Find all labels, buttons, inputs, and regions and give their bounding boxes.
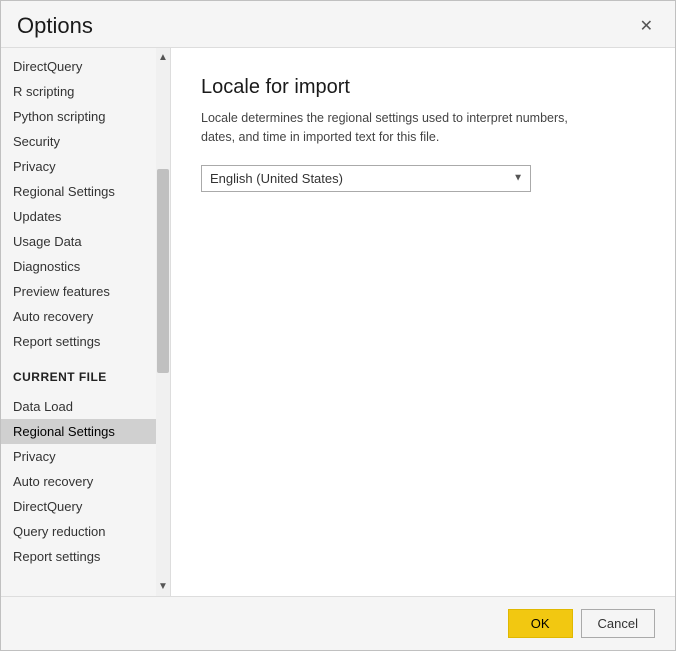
- scroll-up-button[interactable]: ▲: [156, 48, 170, 67]
- section-title: Locale for import: [201, 76, 645, 99]
- cancel-button[interactable]: Cancel: [581, 609, 655, 638]
- sidebar-item-diagnostics[interactable]: Diagnostics: [1, 254, 156, 279]
- sidebar-scrollbar: ▲ ▼: [156, 48, 170, 596]
- section-description: Locale determines the regional settings …: [201, 109, 601, 147]
- current-file-item-data-load[interactable]: Data Load: [1, 394, 156, 419]
- sidebar-item-r-scripting[interactable]: R scripting: [1, 79, 156, 104]
- sidebar-item-security[interactable]: Security: [1, 129, 156, 154]
- current-file-item-report-settings[interactable]: Report settings: [1, 544, 156, 569]
- dialog-footer: OK Cancel: [1, 596, 675, 650]
- sidebar-item-directquery[interactable]: DirectQuery: [1, 54, 156, 79]
- title-bar: Options ✕: [1, 1, 675, 47]
- sidebar-item-preview-features[interactable]: Preview features: [1, 279, 156, 304]
- global-nav-list: DirectQueryR scriptingPython scriptingSe…: [1, 48, 170, 360]
- ok-button[interactable]: OK: [508, 609, 573, 638]
- locale-select-wrapper: English (United States)English (United K…: [201, 165, 531, 192]
- scroll-track: [156, 67, 170, 577]
- scroll-thumb: [157, 169, 169, 373]
- current-file-item-directquery[interactable]: DirectQuery: [1, 494, 156, 519]
- sidebar-item-auto-recovery[interactable]: Auto recovery: [1, 304, 156, 329]
- current-file-item-query-reduction[interactable]: Query reduction: [1, 519, 156, 544]
- sidebar-item-updates[interactable]: Updates: [1, 204, 156, 229]
- main-content: Locale for import Locale determines the …: [171, 48, 675, 596]
- current-file-item-privacy[interactable]: Privacy: [1, 444, 156, 469]
- close-button[interactable]: ✕: [634, 14, 659, 38]
- locale-select[interactable]: English (United States)English (United K…: [201, 165, 531, 192]
- current-file-nav-list: Data LoadRegional SettingsPrivacyAuto re…: [1, 388, 170, 575]
- sidebar-item-python-scripting[interactable]: Python scripting: [1, 104, 156, 129]
- current-file-item-auto-recovery[interactable]: Auto recovery: [1, 469, 156, 494]
- options-dialog: Options ✕ DirectQueryR scriptingPython s…: [0, 0, 676, 651]
- sidebar: DirectQueryR scriptingPython scriptingSe…: [1, 48, 171, 596]
- sidebar-item-usage-data[interactable]: Usage Data: [1, 229, 156, 254]
- dialog-body: DirectQueryR scriptingPython scriptingSe…: [1, 47, 675, 596]
- current-file-item-regional-settings[interactable]: Regional Settings: [1, 419, 156, 444]
- current-file-section-header: CURRENT FILE: [1, 360, 170, 388]
- scroll-down-button[interactable]: ▼: [156, 577, 170, 596]
- dialog-title: Options: [17, 13, 93, 39]
- sidebar-item-privacy[interactable]: Privacy: [1, 154, 156, 179]
- sidebar-item-report-settings[interactable]: Report settings: [1, 329, 156, 354]
- sidebar-item-regional-settings[interactable]: Regional Settings: [1, 179, 156, 204]
